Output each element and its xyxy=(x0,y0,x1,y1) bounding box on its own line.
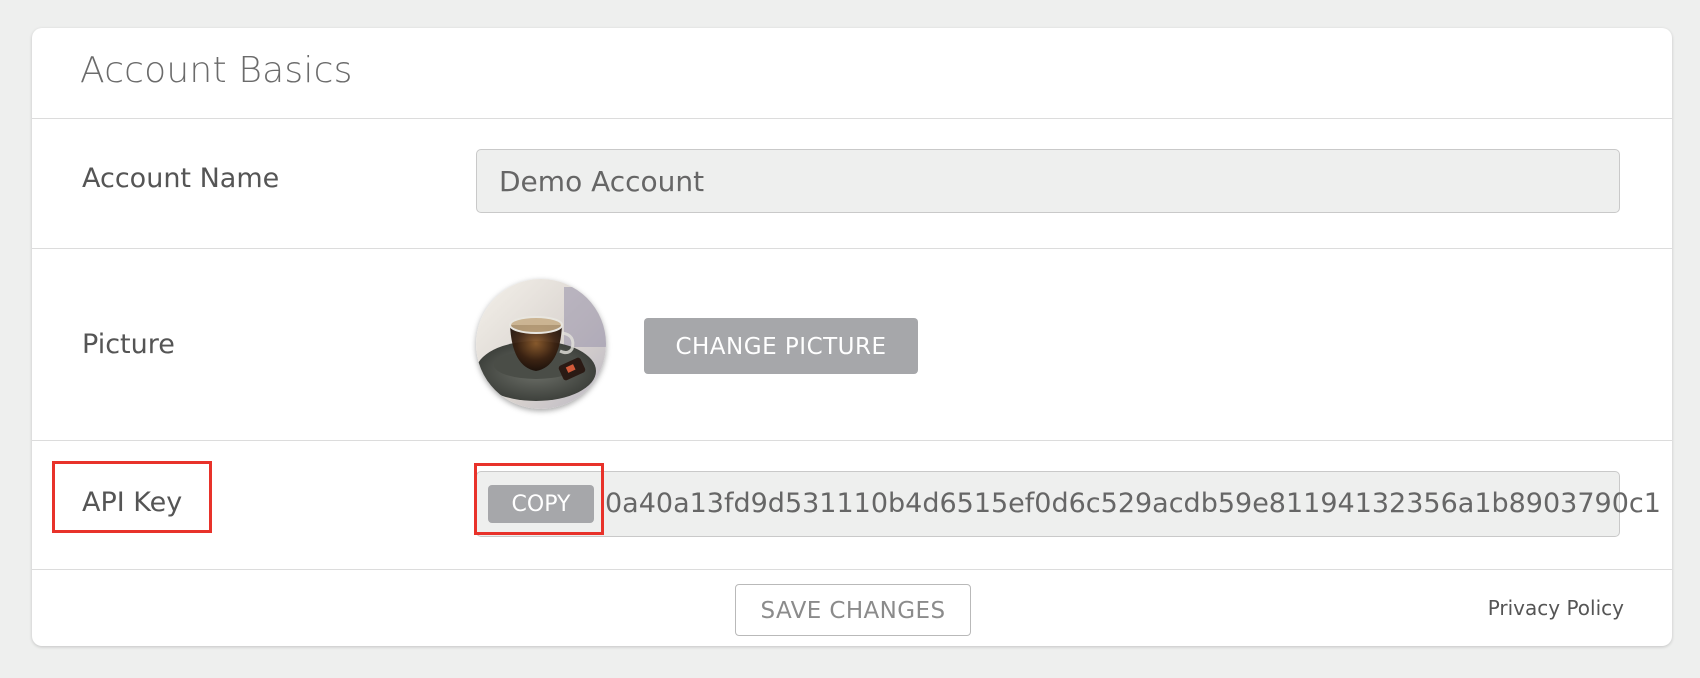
api-key-label-highlight xyxy=(52,461,212,533)
account-name-input[interactable] xyxy=(476,149,1620,213)
change-picture-button[interactable]: CHANGE PICTURE xyxy=(644,318,918,374)
account-name-label: Account Name xyxy=(82,163,280,194)
api-key-value: 0a40a13fd9d531110b4d6515ef0d6c529acdb59e… xyxy=(605,488,1661,519)
card-footer: SAVE CHANGES Privacy Policy xyxy=(32,570,1672,648)
card-header: Account Basics xyxy=(32,28,1672,119)
privacy-policy-link[interactable]: Privacy Policy xyxy=(1488,596,1624,620)
copy-button-highlight xyxy=(474,463,604,535)
api-key-field[interactable]: 0a40a13fd9d531110b4d6515ef0d6c529acdb59e… xyxy=(476,471,1661,537)
account-name-row: Account Name xyxy=(32,119,1672,249)
api-key-row: API Key 0a40a13fd9d531110b4d6515ef0d6c52… xyxy=(32,441,1672,570)
avatar xyxy=(476,279,606,409)
picture-row: Picture CHANGE PICTURE xyxy=(32,249,1672,441)
picture-label: Picture xyxy=(82,329,175,360)
save-changes-button[interactable]: SAVE CHANGES xyxy=(735,584,971,636)
account-basics-card: Account Basics Account Name Picture xyxy=(32,28,1672,646)
coffee-cup-photo-icon xyxy=(476,279,606,409)
card-title: Account Basics xyxy=(80,50,353,91)
